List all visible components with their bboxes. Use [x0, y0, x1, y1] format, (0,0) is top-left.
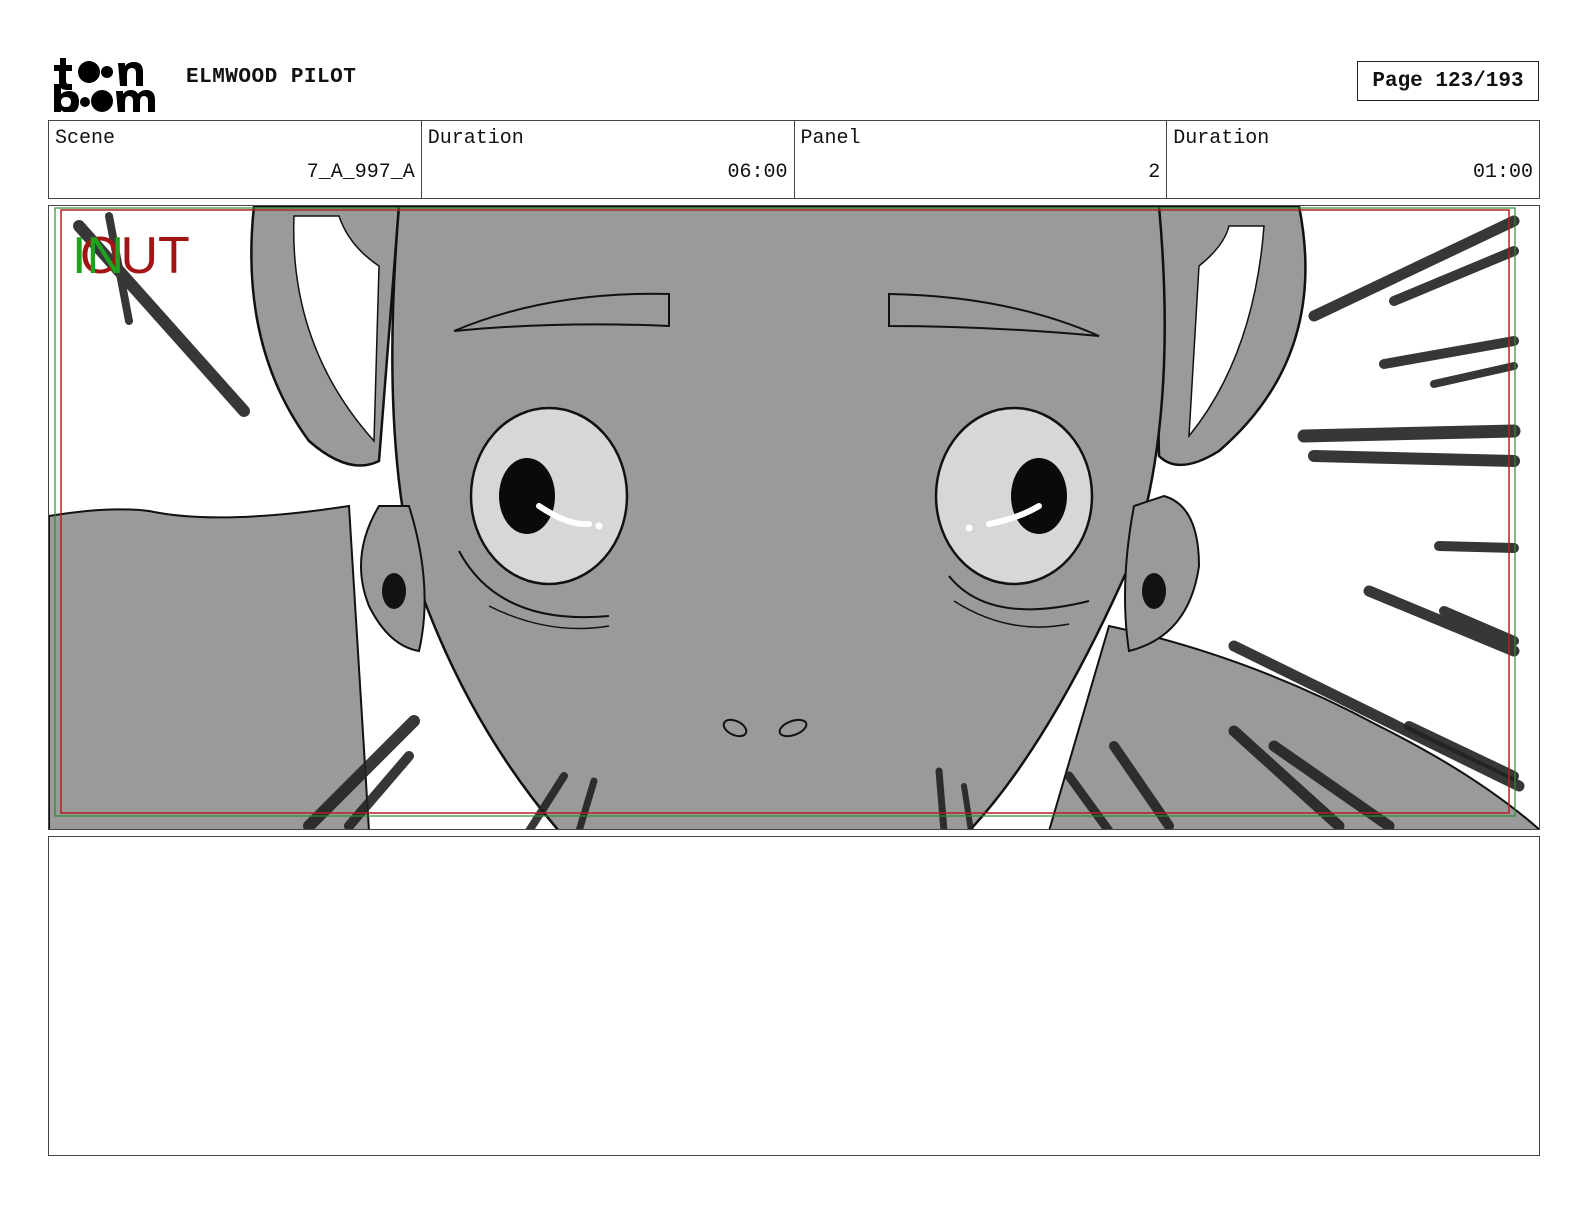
scene-cell: Scene 7_A_997_A: [49, 121, 422, 198]
page-number-box: Page 123/193: [1357, 61, 1539, 101]
panel-info-row: Scene 7_A_997_A Duration 06:00 Panel 2 D…: [48, 120, 1540, 199]
scene-duration-cell: Duration 06:00: [422, 121, 795, 198]
panel-duration-value: 01:00: [1472, 161, 1533, 184]
scene-label: Scene: [55, 127, 116, 150]
scene-duration-value: 06:00: [727, 161, 788, 184]
panel-cell: Panel 2: [795, 121, 1168, 198]
storyboard-panel-image: [48, 205, 1540, 830]
panel-duration-label: Duration: [1173, 127, 1270, 150]
panel-label: Panel: [800, 127, 861, 150]
panel-duration-cell: Duration 01:00: [1167, 121, 1539, 198]
scene-duration-label: Duration: [427, 127, 524, 150]
character-closeup-sketch: [49, 206, 1539, 829]
project-title: ELMWOOD PILOT: [186, 66, 357, 89]
scene-value: 7_A_997_A: [306, 161, 415, 184]
toon-boom-logo: [52, 52, 164, 113]
in-marker-label: IN: [72, 227, 124, 285]
panel-value: 2: [1148, 161, 1161, 184]
panel-notes-box[interactable]: [48, 836, 1540, 1156]
page-number: Page 123/193: [1372, 69, 1524, 93]
